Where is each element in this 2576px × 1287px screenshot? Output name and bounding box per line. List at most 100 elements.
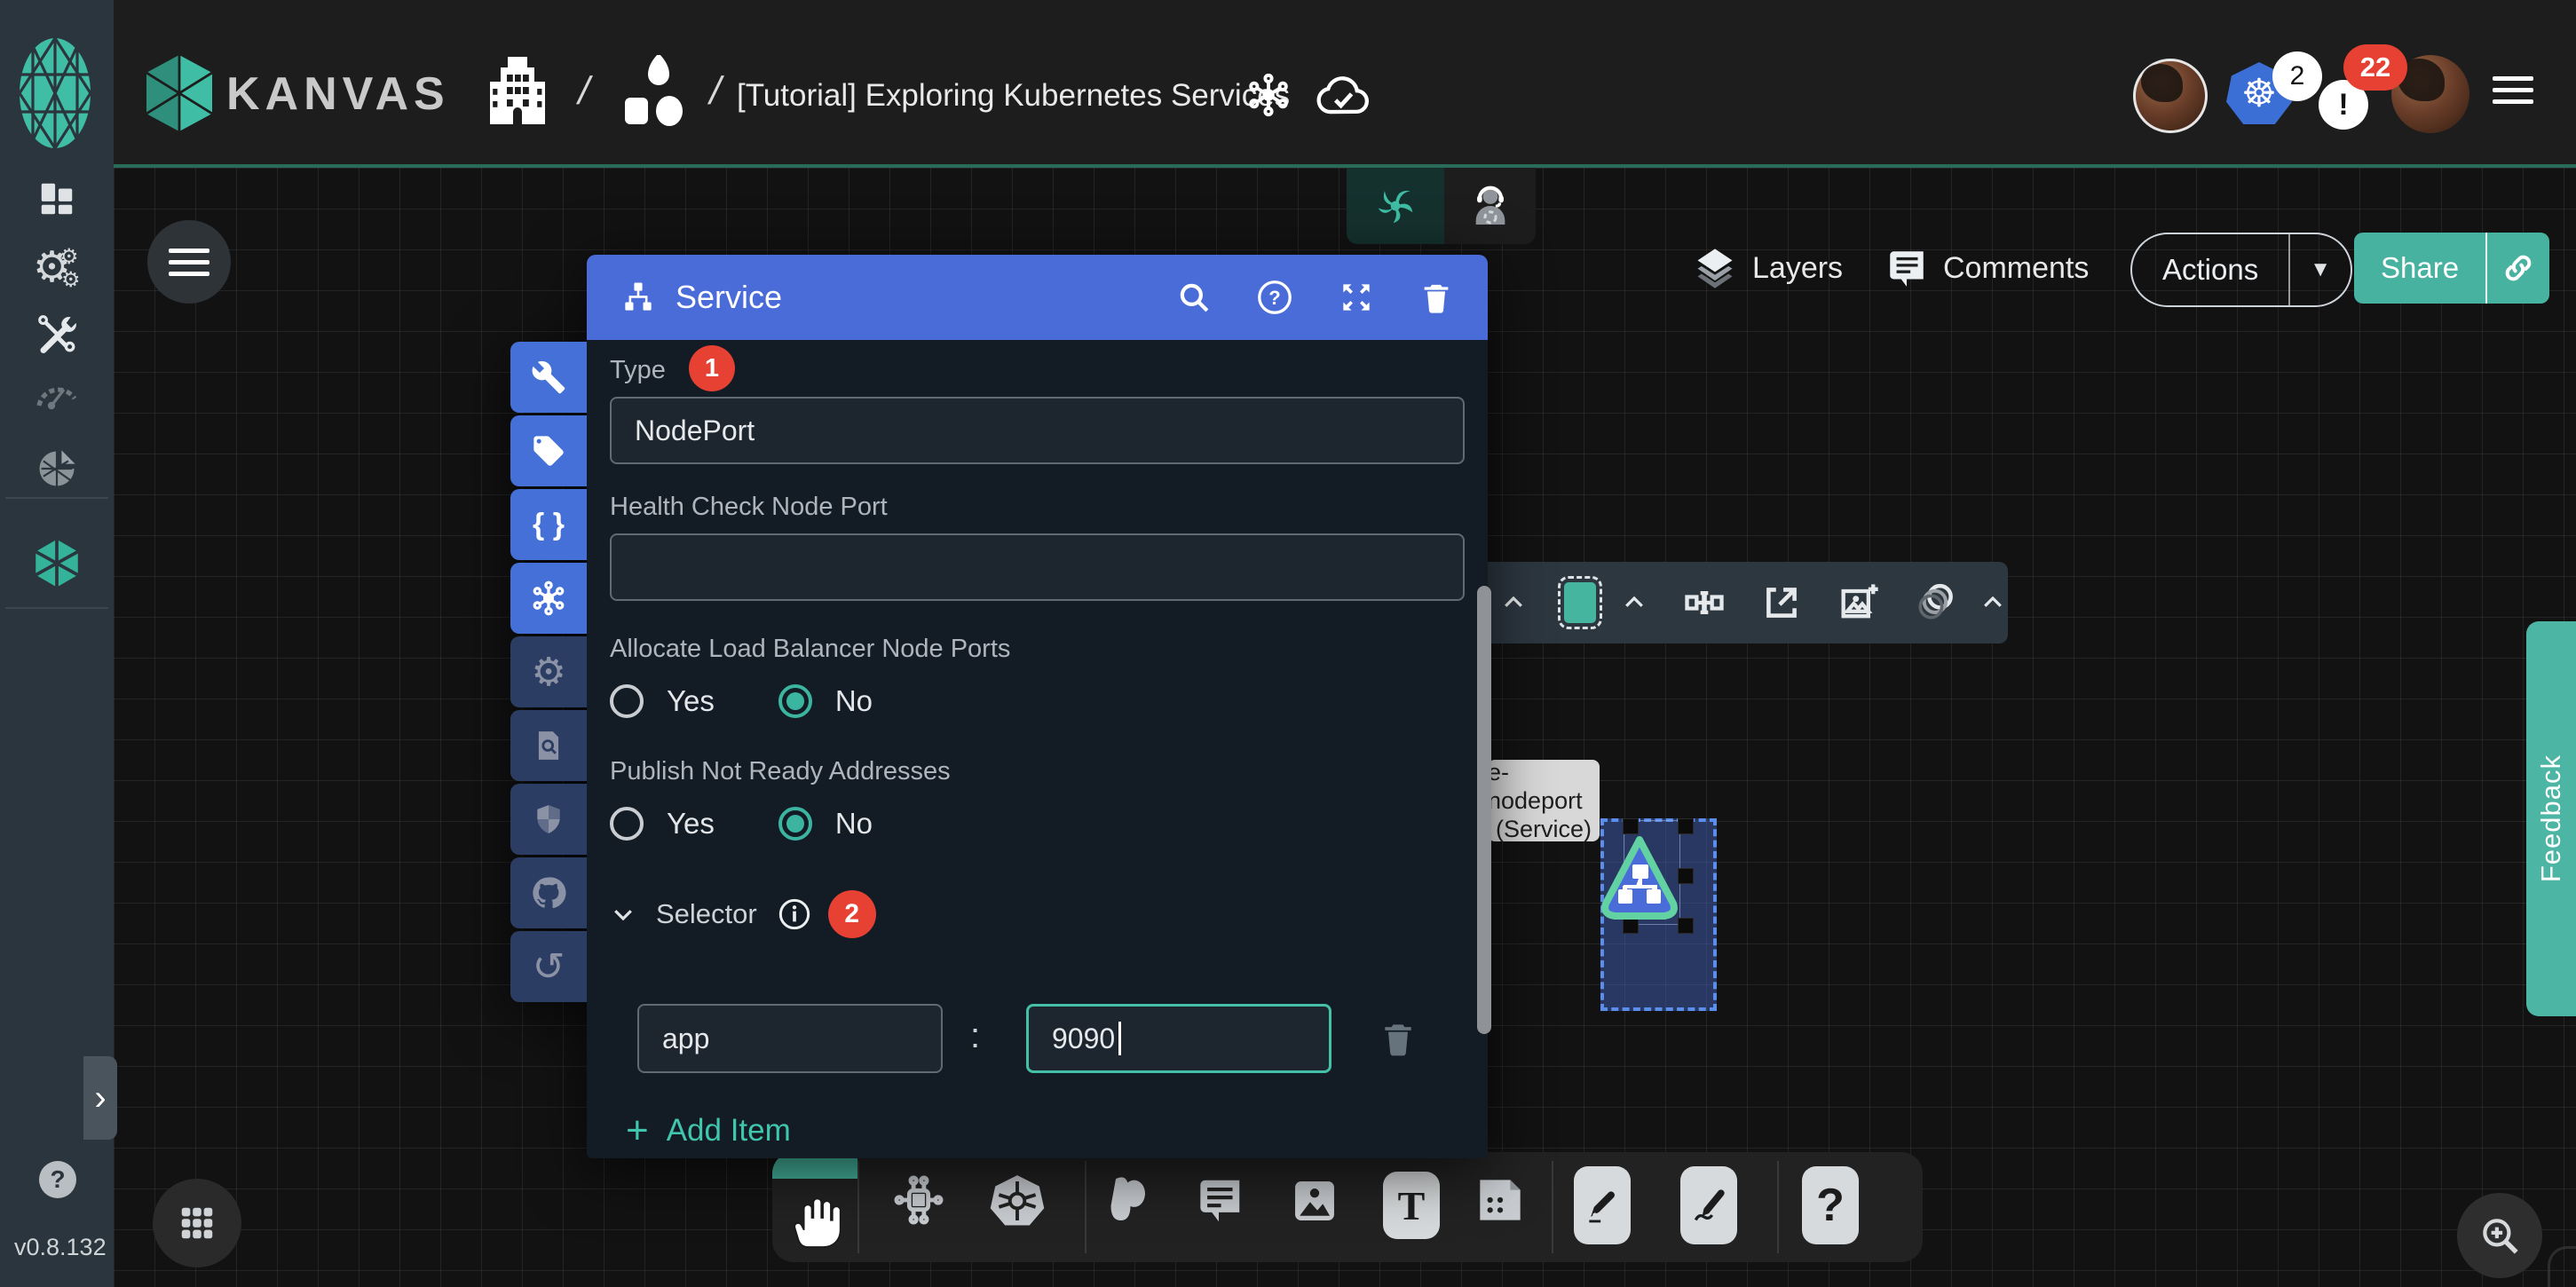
health-check-input[interactable] — [610, 533, 1465, 601]
component-node-tool-icon[interactable] — [890, 1172, 947, 1228]
shapes-tool-icon[interactable] — [1096, 1172, 1155, 1230]
selector-label[interactable]: Selector — [656, 898, 757, 930]
tab-labels-tag[interactable] — [510, 415, 587, 486]
sidebar-help-button[interactable]: ? — [39, 1161, 76, 1198]
publish-no-label[interactable]: No — [835, 807, 873, 841]
braces-icon: { } — [533, 508, 565, 542]
sidebar-item-performance[interactable] — [0, 366, 114, 421]
type-label: Type — [610, 356, 666, 385]
expand-icon[interactable] — [1337, 278, 1376, 317]
doc-search-icon — [532, 729, 565, 762]
chevron-down-icon[interactable] — [610, 901, 636, 928]
sidebar-item-lifecycle[interactable]: ⚙ ⚙ ⚙ — [0, 234, 114, 296]
note-tool-icon[interactable] — [1470, 1170, 1530, 1230]
actions-button[interactable]: Actions ▼ — [2130, 233, 2352, 307]
meshery-logo[interactable] — [19, 37, 91, 149]
selection-tool-button[interactable] — [1564, 582, 1596, 623]
share-button[interactable]: Share — [2354, 233, 2549, 304]
header-menu-button[interactable] — [2493, 69, 2533, 111]
marker-tool-icon[interactable] — [1680, 1166, 1737, 1244]
publish-yes-radio[interactable] — [610, 807, 644, 841]
trash-icon[interactable] — [1418, 280, 1454, 315]
dialog-scrollbar[interactable] — [1477, 586, 1491, 1034]
feedback-button[interactable]: Feedback — [2526, 621, 2576, 1016]
design-title[interactable]: [Tutorial] Exploring Kubernetes Services — [737, 78, 1290, 114]
gear-icon: ⚙ — [531, 650, 565, 695]
add-item-button[interactable]: + Add Item — [626, 1109, 791, 1153]
sidebar-item-dashboard[interactable] — [0, 172, 114, 225]
add-image-tool-icon[interactable] — [1836, 580, 1882, 626]
publish-no-radio[interactable] — [778, 807, 812, 841]
allocate-no-radio[interactable] — [778, 684, 812, 718]
kubernetes-tool-icon[interactable] — [988, 1172, 1047, 1230]
layers-label: Layers — [1752, 251, 1843, 286]
operator-status-button[interactable] — [1444, 168, 1536, 244]
allocate-yes-radio[interactable] — [610, 684, 644, 718]
link-icon — [2501, 250, 2536, 286]
meshery-spiral-button[interactable] — [1347, 168, 1444, 244]
comment-tool-icon[interactable] — [1191, 1173, 1246, 1228]
publish-yes-label[interactable]: Yes — [667, 807, 715, 841]
tab-network-hub[interactable] — [510, 563, 587, 634]
tab-inspect-doc[interactable] — [510, 710, 587, 781]
cloud-saved-icon[interactable] — [1316, 69, 1371, 121]
resize-text-tool-icon[interactable] — [1681, 580, 1727, 626]
search-icon[interactable] — [1175, 279, 1213, 316]
selector-value-input[interactable]: 9090 — [1026, 1004, 1331, 1073]
sidebar-item-meshery[interactable] — [0, 438, 114, 499]
tab-security-shield[interactable] — [510, 784, 587, 855]
share-label[interactable]: Share — [2354, 233, 2485, 304]
info-icon[interactable] — [777, 896, 812, 932]
selector-section-header: Selector 2 — [610, 890, 876, 938]
node-selection-rect[interactable] — [1600, 818, 1717, 1011]
help-icon[interactable]: ? — [1255, 278, 1294, 317]
help-tool-icon[interactable]: ? — [1802, 1166, 1859, 1244]
tab-github[interactable] — [510, 857, 587, 928]
tab-json-braces[interactable]: { } — [510, 489, 587, 560]
chevron-up-icon[interactable] — [1500, 589, 1527, 616]
type-input[interactable]: NodePort — [610, 397, 1465, 464]
sidebar-item-toolkit[interactable] — [0, 305, 114, 362]
organization-building-icon[interactable] — [490, 57, 545, 124]
allocate-no-label[interactable]: No — [835, 684, 873, 718]
layers-button[interactable]: Layers — [1692, 238, 1843, 298]
dialog-header[interactable]: Service ? — [587, 255, 1488, 340]
kanvas-hexagon-icon — [30, 536, 83, 589]
brand-wordmark[interactable]: KANVAS — [226, 67, 450, 121]
actions-divider — [2288, 234, 2290, 305]
tab-settings-gear[interactable]: ⚙ — [510, 636, 587, 707]
selector-row-trash-icon[interactable] — [1379, 1019, 1418, 1058]
relationship-hub-icon[interactable] — [1243, 69, 1294, 121]
chevron-up-icon[interactable] — [1621, 589, 1648, 616]
actions-label[interactable]: Actions — [2132, 234, 2288, 305]
share-link-section[interactable] — [2487, 233, 2549, 304]
kubernetes-count-badge: 2 — [2272, 51, 2322, 101]
canvas-menu-button[interactable] — [147, 220, 231, 304]
allocate-yes-label[interactable]: Yes — [667, 684, 715, 718]
service-node-icon[interactable] — [1599, 833, 1680, 930]
selector-colon: : — [970, 1016, 980, 1056]
wrench-icon — [531, 359, 566, 395]
chevron-up-icon[interactable] — [1979, 589, 2006, 616]
open-external-tool-icon[interactable] — [1759, 580, 1804, 625]
design-shapes-icon[interactable] — [621, 55, 689, 126]
zoom-in-button[interactable] — [2457, 1193, 2542, 1278]
shapes-tool-icon[interactable] — [1912, 579, 1960, 627]
hamburger-icon — [169, 241, 209, 283]
dashboard-icon — [36, 178, 77, 219]
collaborator-avatar[interactable] — [2133, 59, 2208, 133]
actions-caret[interactable]: ▼ — [2290, 234, 2351, 305]
selector-key-input[interactable]: app — [637, 1004, 943, 1073]
sidebar-expand-button[interactable]: › — [83, 1056, 117, 1140]
tab-config-wrench[interactable] — [510, 342, 587, 413]
toolbar-divider — [1777, 1161, 1779, 1253]
sidebar-item-kanvas[interactable] — [0, 525, 114, 600]
text-tool-icon[interactable]: T — [1383, 1172, 1440, 1239]
service-icon — [619, 278, 658, 317]
pen-tool-icon[interactable] — [1574, 1166, 1631, 1244]
comments-button[interactable]: Comments — [1885, 238, 2089, 298]
node-label: e-nodeport (Service) — [1488, 760, 1600, 841]
image-tool-icon[interactable] — [1287, 1173, 1342, 1228]
tab-history[interactable]: ↺ — [510, 931, 587, 1002]
apps-grid-button[interactable] — [153, 1179, 241, 1267]
